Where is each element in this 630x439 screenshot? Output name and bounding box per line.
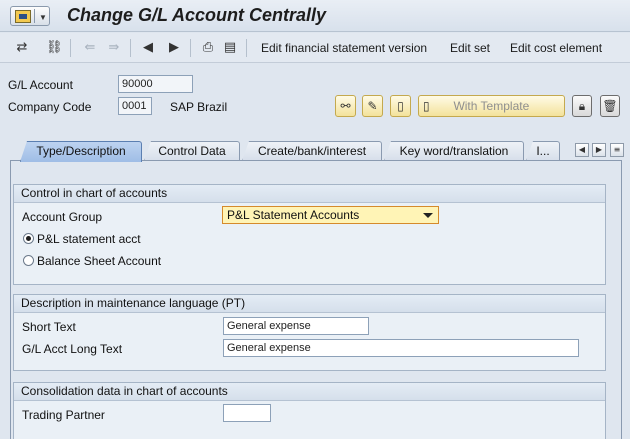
pencil-icon: ✎ [367,99,378,113]
radio-pl-label: P&L statement acct [37,232,141,246]
tab-control-data[interactable]: Control Data [144,141,240,161]
tab-create-bank-interest[interactable]: Create/bank/interest [242,141,382,161]
trash-icon: 🗑︎ [602,99,618,113]
gl-account-label: G/L Account [8,78,73,92]
group-title: Description in maintenance language (PT) [14,295,605,313]
trading-partner-input[interactable] [223,404,271,422]
account-group-dropdown[interactable]: P&L Statement Accounts [222,206,439,224]
print-icon[interactable]: ⎙ [200,40,216,56]
previous-entry-icon[interactable]: ⇚ [82,40,98,56]
tab-scroll-right-icon[interactable]: ▶ [592,143,606,157]
page-icon: ▯ [423,99,430,113]
next-record-icon[interactable]: ▶ [166,40,182,56]
radio-bs-label: Balance Sheet Account [37,254,162,268]
dropdown-arrow-icon: ▼ [39,13,47,22]
create-button[interactable]: ▯ [390,95,411,117]
application-toolbar: ⇄ ⛓ ⇚ ⇛ ◀ ▶ ⎙ ▤ Edit financial statement… [0,33,630,63]
glasses-icon: ⚯ [340,99,351,113]
short-text-label: Short Text [22,320,76,334]
display-button[interactable]: ⚯ [335,95,356,117]
edit-cost-element-button[interactable]: Edit cost element [510,41,602,55]
edit-set-button[interactable]: Edit set [450,41,490,55]
radio-balance-sheet[interactable] [23,255,34,266]
lock-button[interactable]: 🔒︎ [572,95,592,117]
next-entry-icon[interactable]: ⇛ [106,40,122,56]
tab-keyword-translation[interactable]: Key word/translation [384,141,524,161]
group-title: Control in chart of accounts [14,185,605,203]
sap-menu-icon [15,10,31,23]
document-icon[interactable]: ▤ [222,40,238,56]
company-name: SAP Brazil [170,100,228,114]
long-text-label: G/L Acct Long Text [22,342,123,356]
short-text-input[interactable]: General expense [223,317,369,335]
previous-record-icon[interactable]: ◀ [140,40,156,56]
with-template-button[interactable]: ▯ With Template [418,95,565,117]
trading-partner-label: Trading Partner [22,408,105,422]
company-code-label: Company Code [8,100,92,114]
chevron-down-icon [423,213,433,218]
hierarchy-icon[interactable]: ⛓ [46,40,63,56]
system-menu-button[interactable]: ▼ [10,6,50,26]
group-title: Consolidation data in chart of accounts [14,383,605,401]
tab-type-description[interactable]: Type/Description [20,141,142,162]
tab-scroll-left-icon[interactable]: ◀ [575,143,589,157]
account-group-label: Account Group [22,210,103,224]
lock-icon: 🔒︎ [578,99,586,113]
edit-button[interactable]: ✎ [362,95,383,117]
display-change-icon[interactable]: ⇄ [14,40,30,56]
long-text-input[interactable]: General expense [223,339,579,357]
tab-list-icon[interactable]: ≡ [610,143,624,157]
gl-account-field[interactable]: 90000 [118,75,193,93]
delete-button[interactable]: 🗑︎ [600,95,620,117]
company-code-field[interactable]: 0001 [118,97,152,115]
title-bar: ▼ Change G/L Account Centrally [0,0,630,32]
edit-fsv-button[interactable]: Edit financial statement version [261,41,427,55]
blank-page-icon: ▯ [397,99,404,113]
radio-pl-statement[interactable] [23,233,34,244]
window-title: Change G/L Account Centrally [67,5,327,25]
tab-more[interactable]: I... [526,141,560,161]
